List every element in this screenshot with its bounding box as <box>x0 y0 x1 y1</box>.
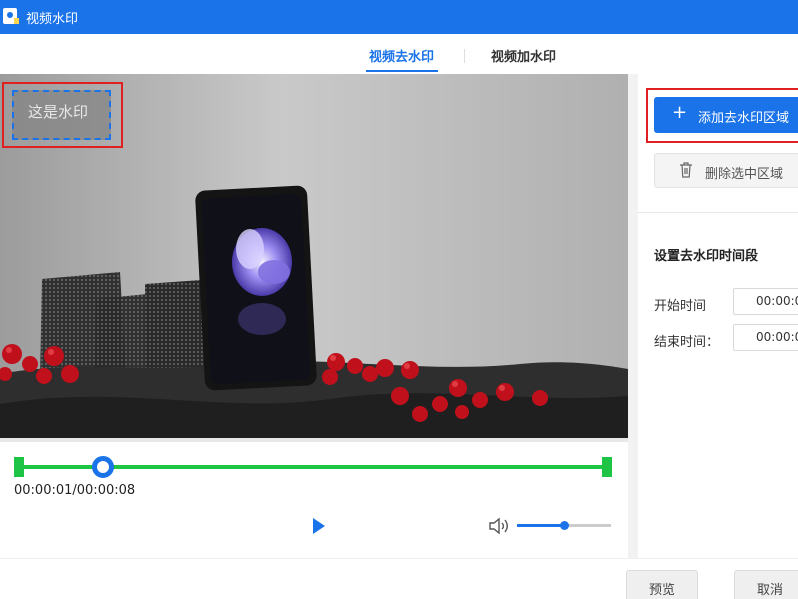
volume-icon[interactable] <box>488 517 510 535</box>
title-bar: 视频水印 <box>0 0 798 34</box>
trash-icon <box>680 162 692 178</box>
start-time-input[interactable]: 00:00:00 <box>733 288 798 315</box>
settings-panel <box>638 74 798 558</box>
add-region-button[interactable]: + 添加去水印区域 <box>654 97 798 133</box>
end-time-input[interactable]: 00:00:08 <box>733 324 798 351</box>
timeline-playhead[interactable] <box>92 456 114 478</box>
panel-separator <box>638 212 798 213</box>
watermark-text: 这是水印 <box>28 103 89 121</box>
delete-region-button[interactable]: 删除选中区域 <box>654 153 798 188</box>
active-tab-indicator <box>366 70 438 72</box>
tab-bar: 视频去水印 视频加水印 <box>0 34 798 74</box>
time-section-title: 设置去水印时间段 <box>654 249 759 264</box>
preview-button[interactable]: 预览 <box>626 570 698 599</box>
delete-region-label: 删除选中区域 <box>705 167 784 182</box>
timeline-start-handle[interactable] <box>14 457 24 477</box>
tab-remove-watermark[interactable]: 视频去水印 <box>369 46 434 65</box>
panel-divider <box>628 74 638 558</box>
volume-slider[interactable] <box>517 521 611 530</box>
time-display: 00:00:01/00:00:08 <box>14 483 136 498</box>
window-title: 视频水印 <box>26 12 79 27</box>
end-time-label: 结束时间： <box>654 335 720 350</box>
volume-knob[interactable] <box>560 521 569 530</box>
add-region-label: 添加去水印区域 <box>698 111 790 126</box>
tab-divider <box>464 49 465 63</box>
app-window: 视频水印 视频去水印 视频加水印 这是水印 00:00:01/00:00:08 … <box>0 0 798 599</box>
cancel-button[interactable]: 取消 <box>734 570 798 599</box>
video-bottom-border <box>0 438 628 442</box>
volume-level <box>517 524 564 527</box>
start-time-label: 开始时间 <box>654 299 707 314</box>
plus-icon: + <box>672 102 688 123</box>
tab-add-watermark[interactable]: 视频加水印 <box>491 46 556 65</box>
timeline-slider[interactable] <box>14 456 612 478</box>
app-icon <box>3 8 19 24</box>
timeline-end-handle[interactable] <box>602 457 612 477</box>
play-icon[interactable] <box>308 516 328 536</box>
